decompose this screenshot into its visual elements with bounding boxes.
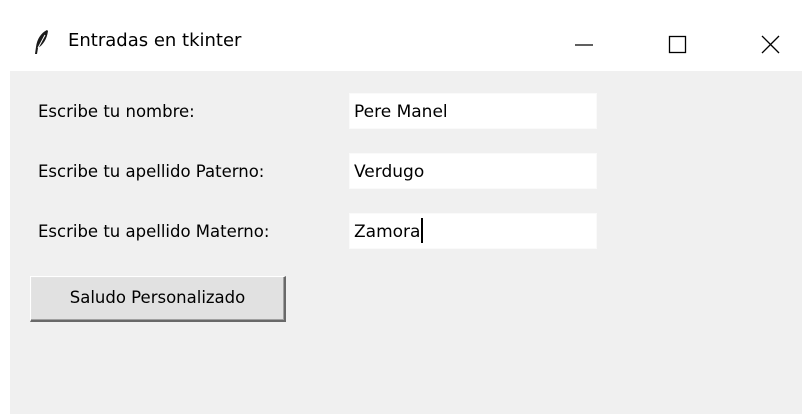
- apellido-materno-input[interactable]: Zamora: [349, 213, 597, 249]
- minimize-icon: [575, 44, 593, 46]
- minimize-button[interactable]: [553, 9, 615, 71]
- close-button[interactable]: [740, 9, 802, 71]
- close-icon: [761, 35, 780, 54]
- saludo-personalizado-button[interactable]: Saludo Personalizado: [30, 276, 286, 322]
- window-title: Entradas en tkinter: [68, 30, 242, 51]
- nombre-label: Escribe tu nombre:: [38, 102, 195, 121]
- feather-icon: [32, 29, 52, 55]
- apellido-materno-input-value: Zamora: [354, 222, 421, 242]
- apellido-materno-label: Escribe tu apellido Materno:: [38, 222, 270, 241]
- title-bar[interactable]: Entradas en tkinter: [10, 9, 802, 71]
- apellido-paterno-input-value: Verdugo: [354, 162, 425, 182]
- maximize-icon: [668, 35, 687, 54]
- nombre-input-value: Pere Manel: [354, 102, 448, 122]
- maximize-button[interactable]: [647, 9, 709, 71]
- apellido-paterno-input[interactable]: Verdugo: [349, 153, 597, 189]
- apellido-paterno-label: Escribe tu apellido Paterno:: [38, 162, 265, 181]
- nombre-input[interactable]: Pere Manel: [349, 93, 597, 129]
- app-window: Entradas en tkinter Escribe tu nombre: P…: [10, 9, 802, 414]
- text-cursor: [421, 217, 424, 243]
